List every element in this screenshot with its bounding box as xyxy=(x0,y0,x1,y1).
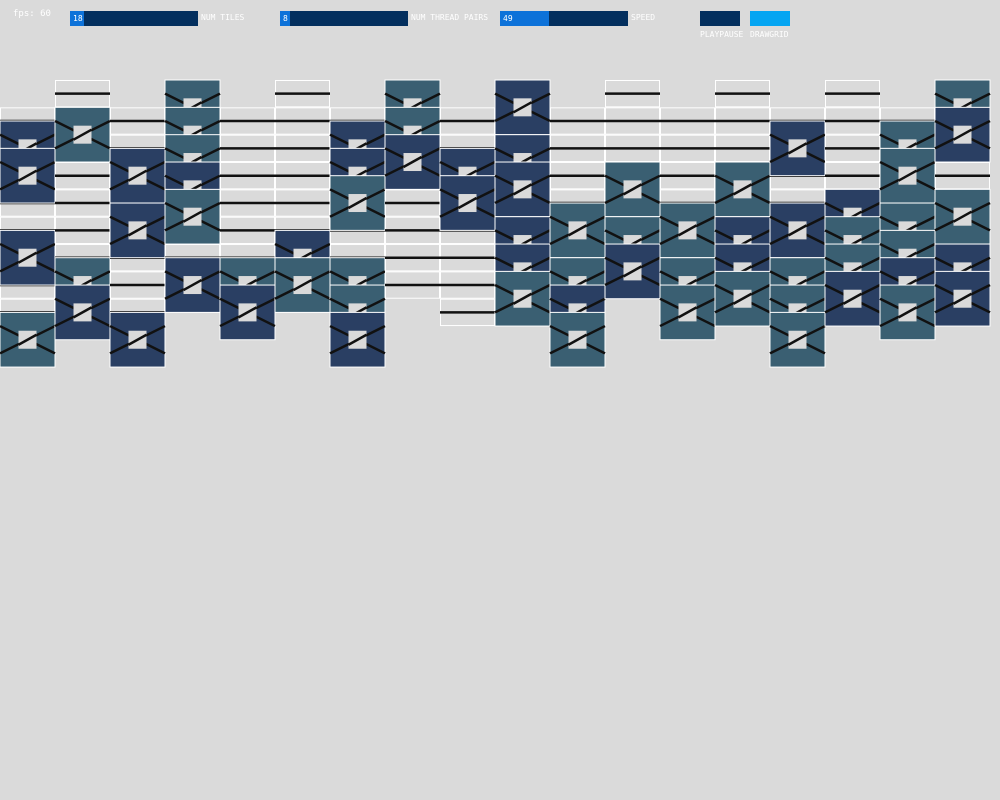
weave-canvas xyxy=(0,79,991,368)
